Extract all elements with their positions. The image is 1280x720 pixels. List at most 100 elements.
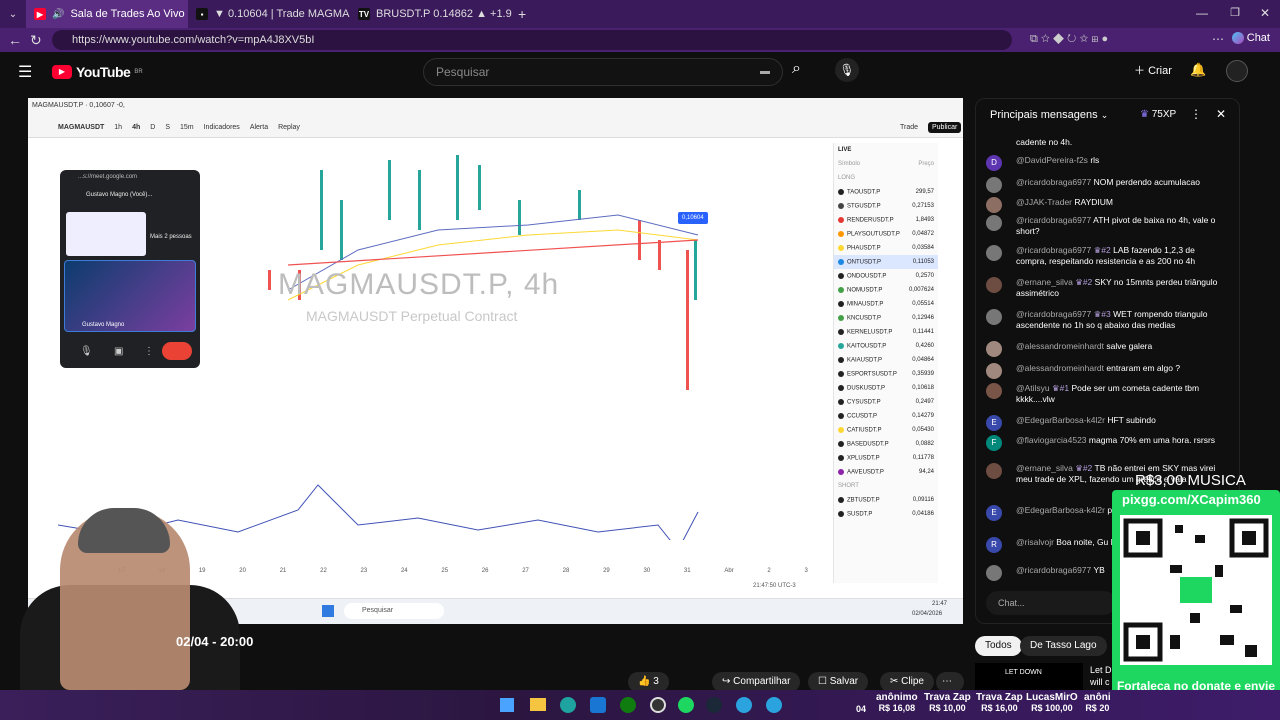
chat-author[interactable]: @alessandromeinhardt: [1016, 341, 1104, 351]
extensions-icon[interactable]: ⧉ ☆ ◆ ↻ ✩ ⊞ ●: [1030, 33, 1108, 46]
up-next-thumb[interactable]: LET DOWN: [975, 663, 1083, 691]
chat-message[interactable]: @alessandromeinhardt entraram em algo ?: [986, 363, 1226, 379]
avatar[interactable]: E: [986, 505, 1002, 521]
close-icon[interactable]: ✕: [1216, 107, 1226, 121]
chat-message[interactable]: @ricardobraga6977 ♛#3 WET rompendo trian…: [986, 309, 1226, 331]
chat-author[interactable]: @ernane_silva: [1016, 277, 1073, 287]
chat-input[interactable]: Chat...: [986, 591, 1116, 615]
chat-author[interactable]: @flaviogarcia4523: [1016, 435, 1087, 445]
chat-message[interactable]: E @EdegarBarbosa-k4l2r HFT subindo: [986, 415, 1226, 431]
chat-message[interactable]: @alessandromeinhardt salve galera: [986, 341, 1226, 357]
chat-author[interactable]: @Atilsyu: [1016, 383, 1050, 393]
xp-badge[interactable]: ♛ 75XP: [1140, 109, 1176, 120]
hang-up-button[interactable]: [162, 342, 192, 360]
watchlist-row[interactable]: ESPORTSUSDT.P 0,35939: [834, 367, 938, 381]
tv-alert-button[interactable]: Alerta: [250, 124, 268, 131]
watchlist-row[interactable]: ONTUSDT.P 0,11053: [834, 255, 938, 269]
tab-list-icon[interactable]: ⌄: [0, 9, 26, 20]
chat-author[interactable]: @DavidPereira-f2s: [1016, 155, 1088, 165]
chat-author[interactable]: @EdegarBarbosa-k4l2r: [1016, 505, 1105, 515]
avatar[interactable]: [986, 215, 1002, 231]
chat-title[interactable]: Principais mensagens: [990, 109, 1098, 121]
chat-author[interactable]: @ernane_silva: [1016, 463, 1073, 473]
watchlist-row[interactable]: KNCUSDT.P 0,12946: [834, 311, 938, 325]
tv-interval-d[interactable]: D: [150, 124, 155, 131]
notifications-bell-icon[interactable]: 🔔: [1190, 62, 1206, 78]
watchlist-row[interactable]: PLAYSOUTUSDT.P 0,04872: [834, 227, 938, 241]
tv-interval-1h[interactable]: 1h: [114, 124, 122, 131]
chat-author[interactable]: @risalvojr: [1016, 537, 1054, 547]
chat-message[interactable]: @Atilsyu ♛#1 Pode ser um cometa cadente …: [986, 383, 1226, 405]
chat-message[interactable]: @ricardobraga6977 NOM perdendo acumulaca…: [986, 177, 1226, 193]
hamburger-menu-icon[interactable]: ☰: [18, 62, 32, 82]
chat-message[interactable]: @ricardobraga6977 ♛#2 LAB fazendo 1,2,3 …: [986, 245, 1226, 267]
create-button[interactable]: ＋ Criar: [1124, 60, 1182, 82]
more-options-icon[interactable]: ⋮: [1190, 107, 1202, 121]
filter-chip-channel[interactable]: De Tasso Lago: [1020, 636, 1107, 656]
avatar[interactable]: F: [986, 435, 1002, 451]
url-field[interactable]: https://www.youtube.com/watch?v=mpA4J8XV…: [52, 30, 1012, 50]
watchlist-row[interactable]: DUSKUSDT.P 0,10618: [834, 381, 938, 395]
chat-author[interactable]: @alessandromeinhardt: [1016, 363, 1104, 373]
save-button[interactable]: ☐ Salvar: [808, 672, 869, 692]
tv-interval-15m[interactable]: 15m: [180, 124, 194, 131]
search-icon[interactable]: ⌕: [792, 60, 801, 78]
avatar[interactable]: [986, 383, 1002, 399]
chat-author[interactable]: @JJAK-Trader: [1016, 197, 1072, 207]
youtube-logo[interactable]: ▶ YouTube BR: [52, 64, 143, 80]
watchlist-row[interactable]: STGUSDT.P 0,27153: [834, 199, 938, 213]
avatar[interactable]: [986, 309, 1002, 325]
avatar[interactable]: R: [986, 537, 1002, 553]
window-close-icon[interactable]: ✕: [1260, 6, 1270, 20]
chat-author[interactable]: @EdegarBarbosa-k4l2r: [1016, 415, 1105, 425]
avatar[interactable]: [986, 565, 1002, 581]
watchlist-row[interactable]: PHAUSDT.P 0,03584: [834, 241, 938, 255]
menu-dots-icon[interactable]: ⋯: [1212, 32, 1224, 46]
keyboard-icon[interactable]: ▬: [760, 59, 770, 85]
xbox-icon[interactable]: [620, 697, 636, 713]
tv-indicators-button[interactable]: Indicadores: [204, 124, 240, 131]
avatar[interactable]: [986, 341, 1002, 357]
chat-author[interactable]: @ricardobraga6977: [1016, 177, 1091, 187]
avatar[interactable]: [986, 177, 1002, 193]
obs-icon[interactable]: [650, 697, 666, 713]
mic-icon[interactable]: 🎙: [835, 58, 859, 82]
watchlist-row[interactable]: KERNELUSDT.P 0,11441: [834, 325, 938, 339]
watchlist-row[interactable]: ZBTUSDT.P 0,09116: [834, 493, 938, 507]
watchlist-row[interactable]: CYSUSDT.P 0,2497: [834, 395, 938, 409]
more-actions-button[interactable]: ⋯: [936, 672, 964, 692]
minimize-icon[interactable]: —: [1196, 6, 1208, 20]
chat-message[interactable]: F @flaviogarcia4523 magma 70% em uma hora…: [986, 435, 1226, 451]
watchlist-row[interactable]: ONDOUSDT.P 0,2570: [834, 269, 938, 283]
avatar[interactable]: E: [986, 415, 1002, 431]
avatar[interactable]: [986, 363, 1002, 379]
chat-message[interactable]: @ernane_silva ♛#2 SKY no 15mnts perdeu t…: [986, 277, 1226, 299]
avatar[interactable]: [986, 277, 1002, 293]
chat-author[interactable]: @ricardobraga6977: [1016, 309, 1091, 319]
avatar[interactable]: [986, 197, 1002, 213]
like-button[interactable]: 👍 3: [628, 672, 669, 692]
reload-icon[interactable]: ↻: [30, 32, 42, 49]
chat-author[interactable]: @ricardobraga6977: [1016, 245, 1091, 255]
watchlist-row[interactable]: BASEDUSDT.P 0,0882: [834, 437, 938, 451]
tv-replay-button[interactable]: Replay: [278, 124, 300, 131]
mic-icon[interactable]: 🎙: [80, 346, 93, 357]
chat-message[interactable]: @ricardobraga6977 ATH pivot de baixa no …: [986, 215, 1226, 237]
watchlist-row[interactable]: XPLUSDT.P 0,11778: [834, 451, 938, 465]
watchlist-row[interactable]: KAITOUSDT.P 0,4260: [834, 339, 938, 353]
chat-message[interactable]: cadente no 4h.: [986, 137, 1226, 148]
camera-icon[interactable]: ▣: [114, 346, 123, 357]
spotify-icon[interactable]: [678, 697, 694, 713]
tab-youtube[interactable]: ▶ 🔊 Sala de Trades Ao Vivo | 02/0 ✕: [26, 0, 188, 28]
tv-symbol[interactable]: MAGMAUSDT: [58, 124, 104, 131]
tv-interval-s[interactable]: S: [165, 124, 170, 131]
chat-author[interactable]: @ricardobraga6977: [1016, 215, 1091, 225]
watchlist-row[interactable]: TAOUSDT.P 299,57: [834, 185, 938, 199]
avatar[interactable]: [986, 245, 1002, 261]
watchlist-row[interactable]: CATIUSDT.P 0,05430: [834, 423, 938, 437]
watchlist-row[interactable]: MINAUSDT.P 0,05514: [834, 297, 938, 311]
watchlist-row[interactable]: KAIAUSDT.P 0,04864: [834, 353, 938, 367]
edge-icon[interactable]: [560, 697, 576, 713]
chevron-down-icon[interactable]: ⌄: [1101, 110, 1109, 120]
watchlist-row[interactable]: RENDERUSDT.P 1,8493: [834, 213, 938, 227]
